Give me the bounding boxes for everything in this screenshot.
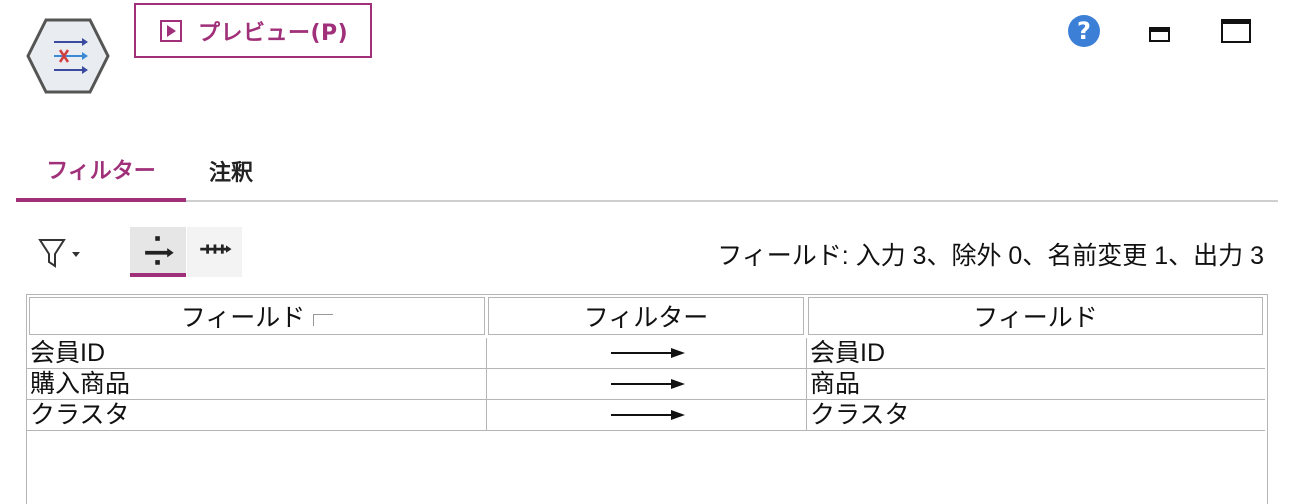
input-field-cell: 会員ID xyxy=(27,338,487,368)
help-icon[interactable]: ? xyxy=(1068,15,1100,47)
field-table: フィールド フィルター フィールド 会員ID 会員ID 購入商品 商品 クラスタ xyxy=(26,294,1268,504)
pass-through-mode-button[interactable] xyxy=(130,227,186,277)
minimize-icon[interactable] xyxy=(1149,27,1170,42)
filter-toggle-cell[interactable] xyxy=(487,369,807,399)
filter-node-icon xyxy=(26,18,110,94)
preview-label: プレビュー(P) xyxy=(198,20,349,46)
tab-annotation[interactable]: 注釈 xyxy=(191,140,271,202)
tab-filter[interactable]: フィルター xyxy=(16,140,186,202)
play-icon xyxy=(160,19,182,42)
table-row[interactable]: 会員ID 会員ID xyxy=(27,338,1265,369)
tab-bar: フィルター 注釈 xyxy=(16,140,1278,202)
input-field-cell: クラスタ xyxy=(27,400,487,430)
column-header-input-field[interactable]: フィールド xyxy=(29,297,485,335)
column-header-output-field[interactable]: フィールド xyxy=(808,297,1263,335)
discard-mode-button[interactable] xyxy=(187,227,242,277)
filter-toggle-cell[interactable] xyxy=(487,400,807,430)
funnel-icon[interactable] xyxy=(36,234,90,274)
field-summary: フィールド: 入力 3、除外 0、名前変更 1、出力 3 xyxy=(717,242,1264,270)
sort-indicator-icon xyxy=(313,314,334,326)
pass-arrow-icon xyxy=(611,410,685,420)
input-field-cell: 購入商品 xyxy=(27,369,487,399)
maximize-icon[interactable] xyxy=(1221,19,1251,43)
pass-arrow-icon xyxy=(611,379,685,389)
table-row[interactable]: 購入商品 商品 xyxy=(27,369,1265,400)
column-header-filter[interactable]: フィルター xyxy=(488,297,804,335)
preview-button[interactable]: プレビュー(P) xyxy=(134,3,372,58)
filter-toggle-cell[interactable] xyxy=(487,338,807,368)
pass-arrow-icon xyxy=(611,348,685,358)
table-row[interactable]: クラスタ クラスタ xyxy=(27,400,1265,431)
output-field-cell[interactable]: クラスタ xyxy=(807,400,1265,430)
discard-mode-icon xyxy=(200,244,232,254)
output-field-cell[interactable]: 会員ID xyxy=(807,338,1265,368)
pass-through-mode-icon xyxy=(145,236,174,265)
output-field-cell[interactable]: 商品 xyxy=(807,369,1265,399)
